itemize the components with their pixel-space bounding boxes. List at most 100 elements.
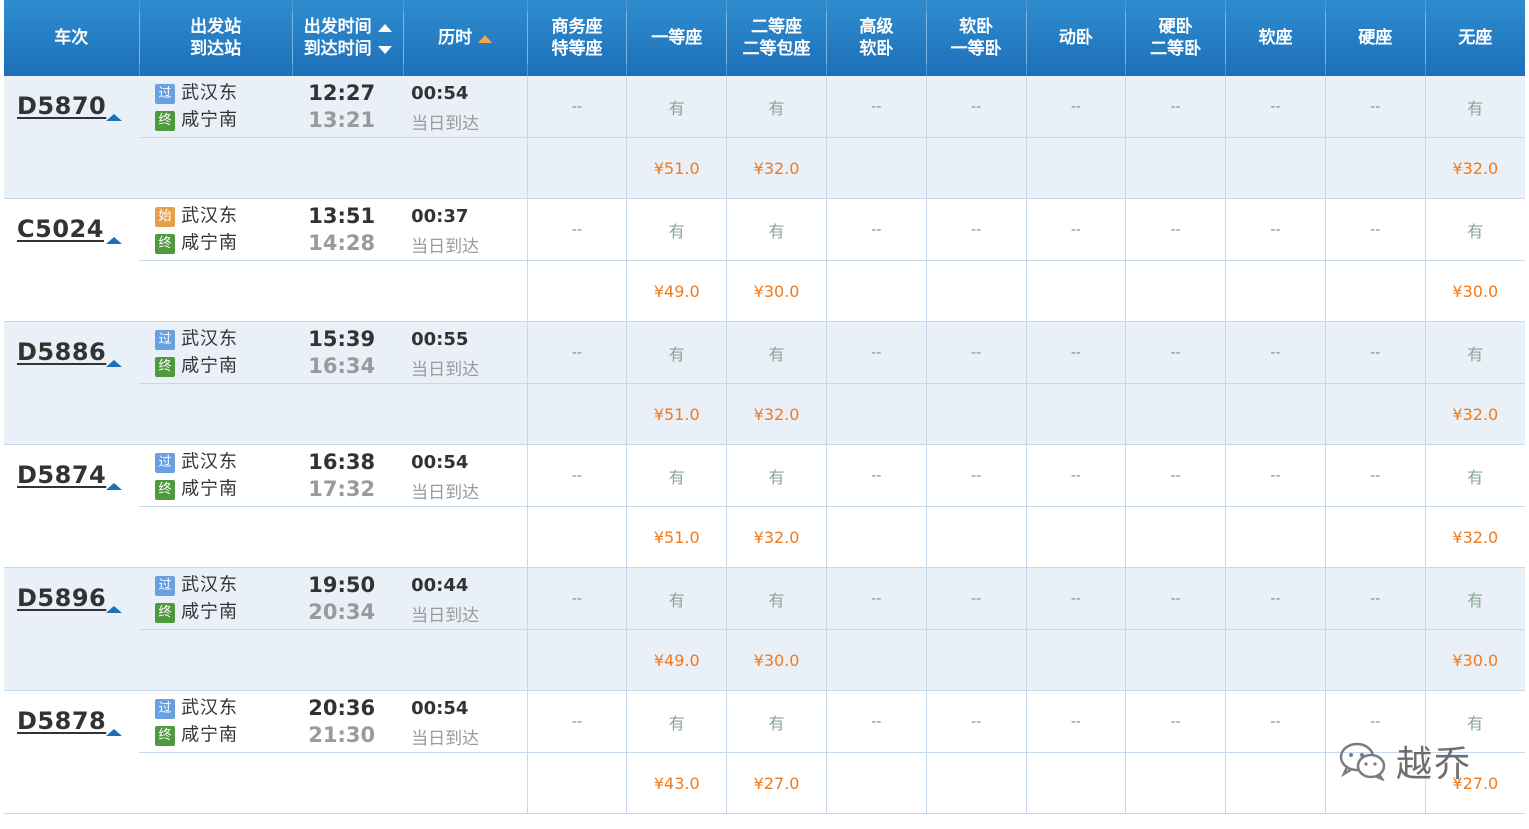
- time-cell: 16:38 17:32: [292, 444, 404, 507]
- price-hard-seat: [1324, 137, 1426, 199]
- price-standing: ¥30.0: [1424, 629, 1525, 691]
- arrival-day: 当日到达: [411, 114, 480, 134]
- price-premium-sleeper: [825, 383, 927, 445]
- price-soft-seat: [1225, 629, 1326, 691]
- duration: 00:54: [411, 698, 469, 719]
- seat-soft-seat: --: [1225, 690, 1326, 753]
- depart-time: 13:51: [308, 204, 376, 228]
- price-row: ¥49.0 ¥30.0 ¥30.0: [4, 260, 1525, 322]
- time-cell: 20:36 21:30: [292, 690, 404, 753]
- price-moving-sleeper: [1025, 137, 1126, 199]
- price-moving-sleeper: [1025, 752, 1126, 814]
- price-hard-seat: [1324, 506, 1426, 568]
- expand-stops-icon[interactable]: [106, 114, 122, 121]
- expand-stops-icon[interactable]: [106, 729, 122, 736]
- col-seat-hard-sleeper: 硬卧 二等卧: [1125, 0, 1227, 76]
- seat-second: 有: [726, 76, 827, 138]
- train-row: C5024 始武汉东终咸宁南 13:51 14:28 00:37 当日到达 -- 有有 -- --…: [4, 198, 1525, 322]
- seat-first: 有: [626, 321, 727, 384]
- col-duration[interactable]: 历时: [403, 0, 528, 76]
- depart-time: 16:38: [308, 450, 376, 474]
- to-station: 咸宁南: [181, 601, 239, 623]
- train-number-link[interactable]: D5896: [17, 584, 106, 612]
- price-business: [526, 506, 627, 568]
- watermark-text: 越乔: [1396, 744, 1473, 785]
- sort-asc-icon[interactable]: [377, 23, 392, 32]
- depart-time: 19:50: [308, 573, 376, 597]
- train-number-link[interactable]: D5874: [17, 461, 106, 489]
- wechat-icon: [1339, 742, 1386, 781]
- train-number-link[interactable]: C5024: [17, 215, 104, 243]
- price-moving-sleeper: [1025, 506, 1126, 568]
- price-hard-seat: [1324, 629, 1426, 691]
- price-standing: ¥32.0: [1424, 383, 1525, 445]
- depart-time: 15:39: [308, 327, 376, 351]
- from-station: 武汉东: [181, 328, 239, 350]
- sort-desc-icon[interactable]: [377, 45, 392, 54]
- price-soft-seat: [1225, 752, 1326, 814]
- expand-stops-icon[interactable]: [106, 606, 122, 613]
- seat-premium-sleeper: --: [825, 444, 927, 507]
- from-station: 武汉东: [181, 574, 239, 596]
- seat-second: 有: [726, 690, 827, 753]
- price-spacer: [139, 383, 528, 445]
- seat-hard-seat: --: [1324, 444, 1426, 507]
- price-row: ¥51.0 ¥32.0 ¥32.0: [4, 506, 1525, 568]
- expand-stops-icon[interactable]: [106, 483, 122, 490]
- depart-time: 12:27: [308, 81, 376, 105]
- station-type-badge: 终: [155, 725, 176, 746]
- train-row: D5878 过武汉东终咸宁南 20:36 21:30 00:54 当日到达 -- 有有 -- --…: [4, 690, 1525, 814]
- price-first: ¥51.0: [626, 506, 727, 568]
- table-header: 车次 出发站 到达站 出发时间 到达时间 历时 商务座 特等座 一等座 二等座 二等…: [4, 0, 1525, 76]
- price-row: ¥51.0 ¥32.0 ¥32.0: [4, 137, 1525, 199]
- expand-stops-icon[interactable]: [106, 360, 122, 367]
- seat-soft-seat: --: [1225, 444, 1326, 507]
- col-stations: 出发站 到达站: [139, 0, 293, 76]
- station-type-badge: 过: [155, 83, 176, 104]
- price-row: ¥49.0 ¥30.0 ¥30.0: [4, 629, 1525, 691]
- price-business: [526, 629, 627, 691]
- expand-stops-icon[interactable]: [106, 237, 122, 244]
- col-seat-premium-sleeper: 高级 软卧: [826, 0, 927, 76]
- col-seat-soft-sleeper: 软卧 一等卧: [926, 0, 1027, 76]
- seat-business: --: [526, 567, 627, 630]
- station-type-badge: 过: [155, 575, 176, 596]
- price-soft-sleeper: [925, 383, 1026, 445]
- train-number-link[interactable]: D5870: [17, 92, 106, 120]
- sort-asc-icon[interactable]: [478, 34, 493, 43]
- price-soft-seat: [1225, 506, 1326, 568]
- seat-hard-seat: --: [1324, 76, 1426, 138]
- train-number-link[interactable]: D5878: [17, 707, 106, 735]
- seat-soft-sleeper: --: [925, 567, 1026, 630]
- price-soft-sleeper: [925, 506, 1026, 568]
- arrival-day: 当日到达: [411, 237, 480, 257]
- depart-time: 20:36: [308, 696, 376, 720]
- col-arrive-time: 到达时间: [303, 39, 372, 59]
- col-seat-hard-seat: 硬座: [1325, 0, 1426, 76]
- seat-soft-seat: --: [1225, 76, 1326, 138]
- price-soft-sleeper: [925, 752, 1026, 814]
- train-row: D5886 过武汉东终咸宁南 15:39 16:34 00:55 当日到达 -- 有有 -- --…: [4, 321, 1525, 445]
- train-cell: D5896: [4, 567, 140, 691]
- price-hard-seat: [1324, 260, 1426, 322]
- seat-hard-seat: --: [1324, 321, 1426, 384]
- seat-first: 有: [626, 690, 727, 753]
- price-hard-sleeper: [1125, 137, 1226, 199]
- col-depart-time: 出发时间: [303, 17, 372, 37]
- col-seat-standing: 无座: [1425, 0, 1525, 76]
- price-standing: ¥32.0: [1424, 137, 1525, 199]
- price-moving-sleeper: [1025, 260, 1126, 322]
- price-spacer: [139, 752, 528, 814]
- col-seat-second: 二等座 二等包座: [726, 0, 827, 76]
- train-cell: D5870: [4, 76, 140, 199]
- arrival-day: 当日到达: [411, 606, 480, 626]
- train-row: D5870 过武汉东终咸宁南 12:27 13:21 00:54 当日到达 -- 有有 -- --…: [4, 76, 1525, 199]
- price-hard-sleeper: [1125, 752, 1226, 814]
- arrival-day: 当日到达: [411, 729, 480, 749]
- seat-soft-sleeper: --: [925, 321, 1026, 384]
- train-number-link[interactable]: D5886: [17, 338, 106, 366]
- col-times[interactable]: 出发时间 到达时间: [292, 0, 404, 76]
- seat-hard-sleeper: --: [1125, 690, 1226, 753]
- seat-moving-sleeper: --: [1025, 321, 1126, 384]
- col-to-station: 到达站: [190, 39, 242, 59]
